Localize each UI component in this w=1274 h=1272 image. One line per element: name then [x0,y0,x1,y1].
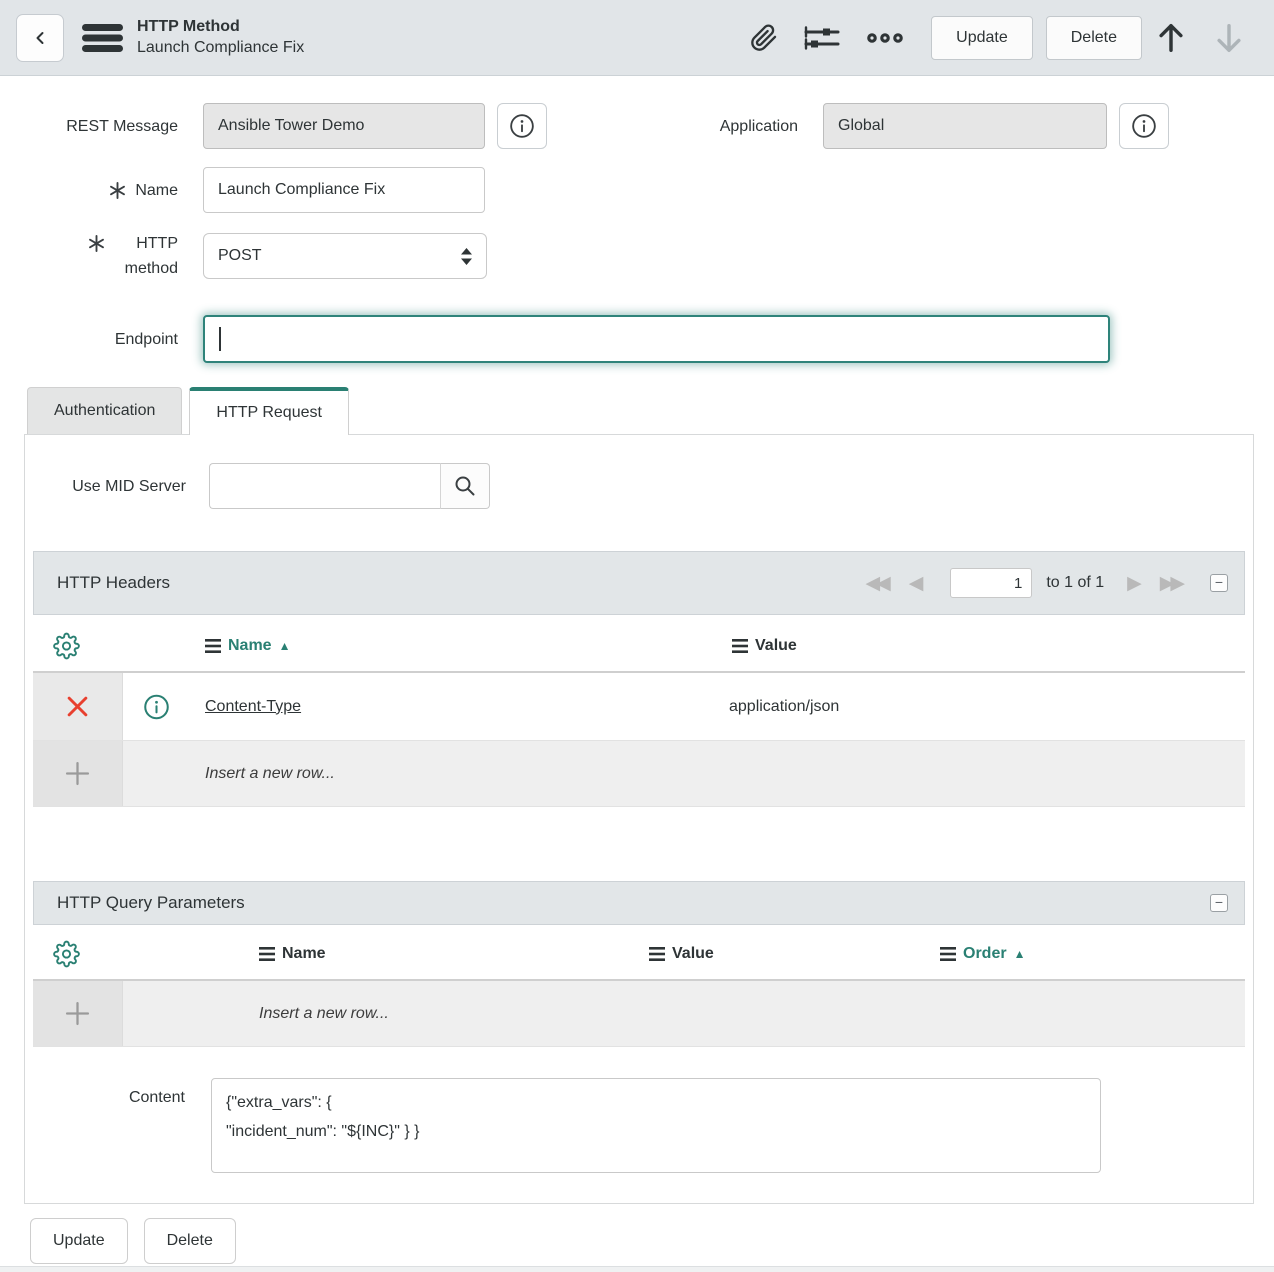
record-name-subtitle: Launch Compliance Fix [137,38,304,59]
next-page-icon[interactable]: ▶ [1118,574,1151,593]
tab-authentication[interactable]: Authentication [27,387,182,434]
query-params-section-bar: HTTP Query Parameters − [33,881,1245,925]
endpoint-field[interactable] [203,315,1110,363]
settings-gear-icon[interactable] [53,941,80,968]
insert-row[interactable]: Insert a new row... [33,741,1245,807]
table-row: Content-Type application/json [33,673,1245,741]
tab-http-request[interactable]: HTTP Request [189,387,349,435]
http-headers-section-bar: HTTP Headers ◀◀ ◀ to 1 of 1 ▶ ▶▶ − [33,551,1245,615]
rest-message-label: REST Message [27,114,178,139]
column-context-icon [732,639,748,653]
back-button[interactable] [16,14,64,62]
insert-row-button[interactable] [33,741,123,806]
info-icon [509,113,535,139]
name-label: Name [27,178,178,203]
text-caret [219,327,221,351]
content-label: Content [33,1078,185,1173]
last-page-icon[interactable]: ▶▶ [1151,574,1194,593]
form-tabs: Authentication HTTP Request [27,387,1274,434]
update-button-header[interactable]: Update [931,16,1033,60]
column-header-value[interactable]: Value [649,945,714,963]
page-number-input[interactable] [950,568,1032,598]
required-icon [88,235,105,252]
delete-row-button[interactable] [33,673,123,740]
sort-ascending-icon: ▲ [1014,947,1026,961]
name-field[interactable] [203,167,485,213]
row-name-cell[interactable]: Content-Type [205,698,301,716]
row-value-cell[interactable]: application/json [729,698,839,716]
insert-row[interactable]: Insert a new row... [33,981,1245,1047]
endpoint-label: Endpoint [27,327,178,352]
http-headers-column-header-row: Name ▲ Value [33,621,1245,673]
first-page-icon[interactable]: ◀◀ [856,574,899,593]
search-icon [453,474,477,498]
more-options-icon[interactable] [866,32,904,44]
query-params-column-header-row: Name Value Order ▲ [33,929,1245,981]
column-header-value[interactable]: Value [732,637,797,655]
plus-icon [65,1001,90,1026]
column-context-icon [649,947,665,961]
delete-button-footer[interactable]: Delete [144,1218,236,1264]
required-icon [109,182,126,199]
delete-x-icon [66,695,89,718]
context-menu-icon[interactable] [82,23,123,53]
http-method-label: HTTP method [27,231,178,281]
rest-message-field[interactable] [203,103,485,149]
plus-icon [65,761,90,786]
query-params-title: HTTP Query Parameters [57,893,245,913]
personalize-form-icon[interactable] [804,23,840,53]
delete-button-header[interactable]: Delete [1046,16,1142,60]
pagination: ◀◀ ◀ to 1 of 1 ▶ ▶▶ [856,568,1194,598]
column-context-icon [940,947,956,961]
scroll-up-icon[interactable] [1156,22,1186,54]
application-label: Application [649,114,798,139]
column-context-icon [205,639,221,653]
info-icon [1131,113,1157,139]
http-request-panel: Use MID Server HTTP Headers ◀◀ ◀ to 1 of… [24,434,1254,1204]
pagination-range-text: to 1 of 1 [1046,574,1104,592]
mid-server-field[interactable] [209,463,441,509]
chevron-left-icon [30,28,50,48]
column-header-order[interactable]: Order ▲ [940,945,1025,963]
mid-server-label: Use MID Server [33,474,186,499]
scroll-down-icon[interactable] [1214,22,1244,54]
mid-server-lookup-button[interactable] [441,463,490,509]
application-field[interactable] [823,103,1107,149]
application-info-button[interactable] [1119,103,1169,149]
record-type-title: HTTP Method [137,17,304,38]
row-info-button[interactable] [143,693,170,720]
rest-message-info-button[interactable] [497,103,547,149]
collapse-icon[interactable]: − [1210,574,1228,592]
settings-gear-icon[interactable] [53,633,80,660]
column-header-name[interactable]: Name ▲ [205,637,290,655]
form-footer: Update Delete [30,1218,1274,1264]
select-caret-icon [461,248,472,265]
previous-page-icon[interactable]: ◀ [900,574,933,593]
bottom-strip [0,1266,1274,1272]
column-context-icon [259,947,275,961]
insert-row-label[interactable]: Insert a new row... [259,1005,389,1023]
form-body: REST Message Application Name [0,76,1274,1272]
attachment-icon[interactable] [750,24,778,52]
sort-ascending-icon: ▲ [279,639,291,653]
insert-row-label[interactable]: Insert a new row... [205,765,335,783]
http-headers-title: HTTP Headers [57,573,170,593]
http-method-select[interactable]: POST [203,233,487,279]
column-header-name[interactable]: Name [259,945,326,963]
update-button-footer[interactable]: Update [30,1218,128,1264]
form-header-bar: HTTP Method Launch Compliance Fix Update… [0,0,1274,76]
collapse-icon[interactable]: − [1210,894,1228,912]
content-field[interactable]: {"extra_vars": { "incident_num": "${INC}… [211,1078,1101,1173]
insert-row-button[interactable] [33,981,123,1046]
